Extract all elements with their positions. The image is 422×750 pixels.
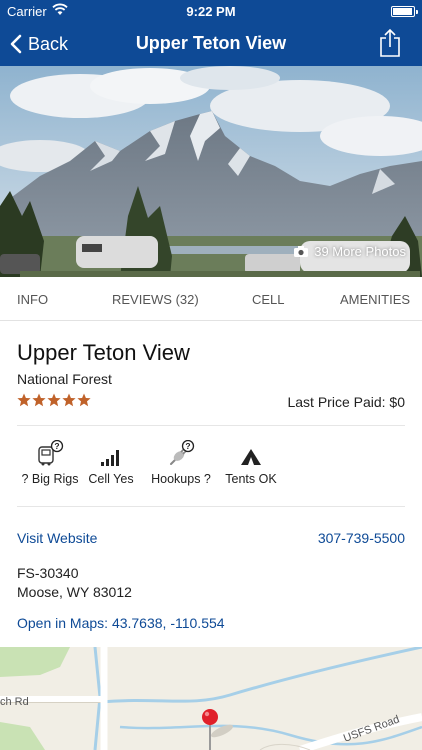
campsite-type: National Forest (17, 371, 112, 387)
star-icon (47, 393, 61, 407)
tab-reviews[interactable]: REVIEWS (32) (112, 292, 199, 307)
feature-hookups: ? Hookups ? (141, 440, 221, 486)
road-label-left: ch Rd (0, 696, 29, 708)
star-icon (17, 393, 31, 407)
star-rating (17, 393, 92, 407)
open-in-maps-link[interactable]: Open in Maps: 43.7638, -110.554 (17, 615, 225, 631)
svg-text:?: ? (185, 441, 190, 451)
more-photos-button[interactable]: 39 More Photos (294, 244, 406, 259)
star-icon (32, 393, 46, 407)
phone-link[interactable]: 307-739-5500 (318, 530, 405, 546)
camera-icon (294, 246, 309, 257)
top-bar: Carrier 9:22 PM Back Upper Teton View (0, 0, 422, 66)
feature-label: Tents OK (225, 472, 277, 486)
campsite-name: Upper Teton View (17, 340, 190, 365)
address-line1: FS-30340 (17, 565, 79, 581)
map-view[interactable]: ch Rd USFS Road (0, 647, 422, 750)
share-button[interactable] (378, 28, 402, 58)
visit-website-link[interactable]: Visit Website (17, 530, 97, 546)
svg-text:?: ? (54, 441, 59, 451)
address-line2: Moose, WY 83012 (17, 584, 132, 600)
star-icon (62, 393, 76, 407)
feature-label: Hookups ? (151, 472, 211, 486)
plug-question-icon: ? (141, 440, 221, 466)
feature-cell: Cell Yes (71, 440, 151, 486)
page-title: Upper Teton View (135, 33, 287, 53)
signal-bars-icon (71, 440, 151, 466)
feature-tents: Tents OK (211, 440, 291, 486)
tab-bar: INFO REVIEWS (32) CELL AMENITIES (0, 277, 422, 321)
feature-label: Cell Yes (88, 472, 134, 486)
hero-photo[interactable]: 39 More Photos (0, 66, 422, 277)
clock: 9:22 PM (186, 4, 236, 19)
tent-icon (211, 440, 291, 466)
last-price: Last Price Paid: $0 (287, 394, 405, 410)
map-canvas: ch Rd USFS Road (0, 647, 422, 750)
share-icon (380, 28, 400, 57)
more-photos-label: 39 More Photos (314, 244, 406, 259)
status-bar: Carrier 9:22 PM (0, 0, 422, 22)
battery-icon (391, 6, 418, 17)
divider (17, 506, 405, 507)
star-icon (77, 393, 91, 407)
tab-info[interactable]: INFO (17, 292, 48, 307)
tab-cell[interactable]: CELL (252, 292, 285, 307)
tab-amenities[interactable]: AMENITIES (340, 292, 410, 307)
navigation-bar: Back Upper Teton View (0, 22, 422, 66)
divider (17, 425, 405, 426)
